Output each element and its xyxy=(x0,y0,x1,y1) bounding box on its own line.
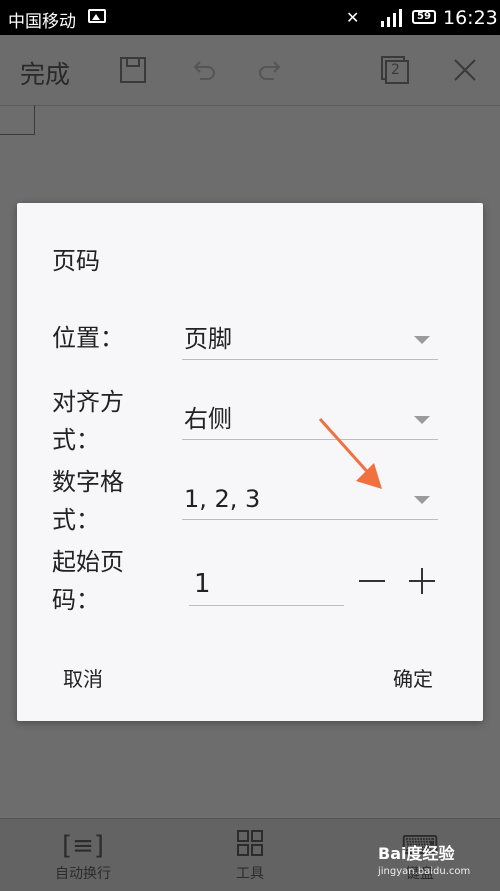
page-number-dialog: 页码 位置： 页脚 对齐方式： 右侧 数字格式： 1, 2, 3 起始页码： 1… xyxy=(17,203,483,721)
close-icon[interactable] xyxy=(450,55,480,85)
editor-toolbar: 完成 2 xyxy=(0,35,500,105)
cancel-button[interactable]: 取消 xyxy=(63,663,103,692)
pages-icon[interactable]: 2 xyxy=(380,55,410,85)
tools-button[interactable]: 工具 xyxy=(205,829,295,883)
page-corner-mark xyxy=(0,105,35,135)
wrap-button[interactable]: [≡] 自动换行 xyxy=(38,829,128,883)
alignment-label: 对齐方式： xyxy=(52,388,124,454)
position-select[interactable]: 页脚 xyxy=(182,319,438,360)
battery-icon: 59 xyxy=(412,10,436,24)
start-page-value: 1 xyxy=(194,569,211,599)
alignment-value: 右侧 xyxy=(184,405,232,433)
number-format-select[interactable]: 1, 2, 3 xyxy=(182,479,438,520)
start-page-input[interactable]: 1 xyxy=(189,563,344,606)
decrement-button[interactable] xyxy=(354,563,390,599)
position-label: 位置： xyxy=(52,324,124,352)
dropdown-arrow-icon xyxy=(414,336,430,344)
wrap-icon: [≡] xyxy=(61,831,105,861)
minus-icon xyxy=(359,580,385,582)
ok-button[interactable]: 确定 xyxy=(393,663,433,692)
redo-icon[interactable] xyxy=(256,55,286,85)
wrap-label: 自动换行 xyxy=(55,866,111,882)
alignment-select[interactable]: 右侧 xyxy=(182,399,438,440)
watermark: Bai度经验 jingyan.baidu.com xyxy=(378,840,470,877)
mute-icon: ✕ xyxy=(346,8,360,27)
undo-icon[interactable] xyxy=(188,55,218,85)
plus-icon xyxy=(409,568,435,594)
position-value: 页脚 xyxy=(184,325,232,353)
save-icon[interactable] xyxy=(118,55,148,85)
signal-icon xyxy=(381,9,402,27)
number-format-label: 数字格式： xyxy=(52,468,124,534)
grid-glyph xyxy=(237,830,263,856)
status-bar: 中国移动 ✕ 59 16:23 xyxy=(0,0,500,35)
increment-button[interactable] xyxy=(404,563,440,599)
grid-icon xyxy=(205,829,295,863)
pages-count: 2 xyxy=(391,62,400,78)
watermark-url: jingyan.baidu.com xyxy=(378,866,471,877)
dialog-title: 页码 xyxy=(52,247,100,275)
dropdown-arrow-icon xyxy=(414,416,430,424)
number-format-value: 1, 2, 3 xyxy=(184,485,261,513)
watermark-text: Bai度经验 xyxy=(378,844,455,863)
image-notification-icon xyxy=(88,9,106,23)
annotation-arrow-icon xyxy=(318,417,382,489)
dropdown-arrow-icon xyxy=(414,496,430,504)
start-page-label: 起始页码： xyxy=(52,548,124,614)
tools-label: 工具 xyxy=(236,866,264,882)
done-button[interactable]: 完成 xyxy=(20,55,70,91)
clock: 16:23 xyxy=(443,7,498,29)
carrier-name: 中国移动 xyxy=(8,12,76,32)
